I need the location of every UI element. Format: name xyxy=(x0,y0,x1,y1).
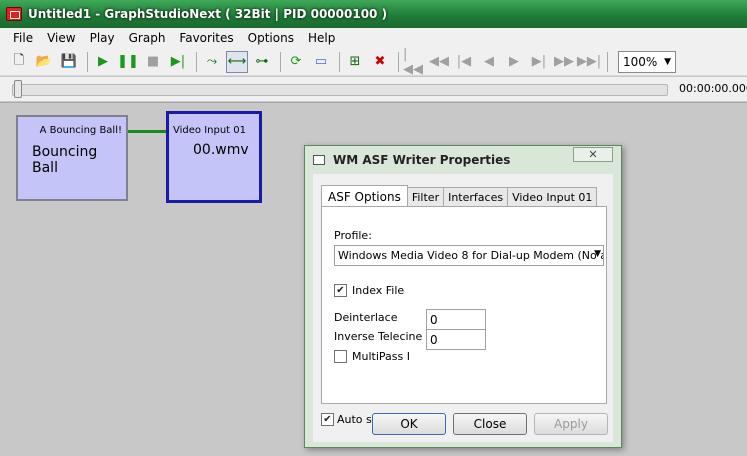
seek-next-icon[interactable]: ▶▶ xyxy=(553,51,575,73)
tab-filter[interactable]: Filter xyxy=(406,187,445,207)
chevron-down-icon: ▼ xyxy=(594,249,601,259)
menu-options[interactable]: Options xyxy=(241,31,301,45)
direct-connect-icon[interactable]: ⟷ xyxy=(226,50,248,73)
index-file-checkbox[interactable]: ✔ xyxy=(334,284,347,297)
toolbar-separator xyxy=(607,51,608,72)
frame-back-icon[interactable]: |◀ xyxy=(453,51,475,73)
dialog-close-button[interactable]: ✕ xyxy=(573,147,613,162)
multipass-checkbox[interactable] xyxy=(334,350,347,363)
auto-checkbox[interactable]: ✔ xyxy=(321,413,334,426)
properties-dialog: WM ASF Writer Properties ✕ ASF Options F… xyxy=(304,145,622,448)
menu-view[interactable]: View xyxy=(40,31,82,45)
forward-icon[interactable]: ▶ xyxy=(503,51,525,73)
dialog-body: ASF Options Filter Interfaces Video Inpu… xyxy=(313,174,613,442)
profile-label: Profile: xyxy=(334,229,372,242)
toolbar-separator xyxy=(398,51,399,72)
toolbar-separator xyxy=(339,51,340,72)
toolbar-separator xyxy=(280,51,281,72)
seek-start-icon[interactable]: |◀◀ xyxy=(403,47,425,77)
inverse-telecine-label: Inverse Telecine xyxy=(334,330,423,343)
tab-strip: ASF Options Filter Interfaces Video Inpu… xyxy=(321,185,598,207)
pin-connection[interactable] xyxy=(128,130,168,133)
stop-icon[interactable]: ■ xyxy=(142,51,164,73)
profile-select[interactable]: Windows Media Video 8 for Dial-up Modem … xyxy=(334,245,604,266)
filter-name: Bouncing Ball xyxy=(32,144,98,176)
play-icon[interactable]: ▶ xyxy=(92,51,114,73)
tab-asf-options[interactable]: ASF Options xyxy=(321,185,408,207)
menu-help[interactable]: Help xyxy=(301,31,342,45)
add-filter-icon[interactable]: ⊞ xyxy=(344,51,366,73)
tab-interfaces[interactable]: Interfaces xyxy=(443,187,509,207)
frame-forward-icon[interactable]: ▶| xyxy=(528,51,550,73)
toolbar: 🗋 📂 💾 ▶ ❚❚ ■ ▶| ⤳ ⟷ ⊶ ⟳ ▭ ⊞ ✖ |◀◀ ◀◀ |◀ … xyxy=(0,47,747,77)
clock-icon[interactable]: ▭ xyxy=(310,51,332,73)
menu-play[interactable]: Play xyxy=(83,31,122,45)
inverse-telecine-input[interactable]: 0 xyxy=(426,329,486,350)
refresh-icon[interactable]: ⟳ xyxy=(285,51,307,73)
asf-options-panel: Profile: Windows Media Video 8 for Dial-… xyxy=(321,206,607,404)
new-file-icon[interactable]: 🗋 xyxy=(8,51,30,73)
save-icon[interactable]: 💾 xyxy=(58,51,80,73)
seek-end-icon[interactable]: ▶▶| xyxy=(577,51,601,73)
dialog-title: WM ASF Writer Properties xyxy=(333,153,511,167)
window-title: Untitled1 - GraphStudioNext ( 32Bit | PI… xyxy=(28,7,388,21)
pause-icon[interactable]: ❚❚ xyxy=(117,51,139,73)
dialog-title-bar: WM ASF Writer Properties ✕ xyxy=(305,146,621,174)
auto-label: Auto si xyxy=(337,413,375,426)
time-readout: 00:00:00.000 xyxy=(679,82,747,95)
ok-button[interactable]: OK xyxy=(372,413,446,435)
open-folder-icon[interactable]: 📂 xyxy=(33,51,55,73)
filter-name: 00.wmv xyxy=(193,142,249,158)
seek-track[interactable] xyxy=(12,84,668,96)
profile-value: Windows Media Video 8 for Dial-up Modem … xyxy=(338,249,604,262)
tab-video-input[interactable]: Video Input 01 xyxy=(507,187,598,207)
deinterlace-label: Deinterlace xyxy=(334,311,398,324)
menu-graph[interactable]: Graph xyxy=(122,31,173,45)
zoom-select[interactable]: 100% ▼ xyxy=(618,50,676,73)
toolbar-separator xyxy=(87,51,88,72)
dialog-icon xyxy=(313,155,325,165)
multipass-label: MultiPass I xyxy=(352,350,410,363)
apply-button[interactable]: Apply xyxy=(534,413,608,435)
insert-filter-icon[interactable]: ⊶ xyxy=(251,51,273,73)
title-bar: Untitled1 - GraphStudioNext ( 32Bit | PI… xyxy=(0,0,747,28)
close-icon: ✕ xyxy=(588,148,598,161)
remove-filter-icon[interactable]: ✖ xyxy=(369,51,391,73)
input-pin-label: Video Input 01 xyxy=(173,125,246,136)
menu-bar: File View Play Graph Favorites Options H… xyxy=(0,28,747,48)
chevron-down-icon: ▼ xyxy=(664,56,671,67)
filter-bouncing-ball[interactable]: A Bouncing Ball! Bouncing Ball xyxy=(16,115,128,201)
output-pin-label: A Bouncing Ball! xyxy=(39,125,122,136)
rewind-icon[interactable]: ◀ xyxy=(478,51,500,73)
index-file-label: Index File xyxy=(352,284,405,297)
seek-prev-icon[interactable]: ◀◀ xyxy=(428,51,450,73)
app-icon xyxy=(6,7,22,21)
seek-thumb[interactable] xyxy=(14,80,22,98)
deinterlace-input[interactable]: 0 xyxy=(426,309,486,330)
zoom-value: 100% xyxy=(623,54,658,69)
filter-wmv-writer[interactable]: Video Input 01 00.wmv xyxy=(166,111,262,203)
menu-favorites[interactable]: Favorites xyxy=(172,31,240,45)
step-icon[interactable]: ▶| xyxy=(167,51,189,73)
menu-file[interactable]: File xyxy=(6,31,40,45)
toolbar-separator xyxy=(196,51,197,72)
connect-icon[interactable]: ⤳ xyxy=(201,51,223,73)
close-button[interactable]: Close xyxy=(453,413,527,435)
seek-bar: 00:00:00.000 xyxy=(0,77,747,101)
